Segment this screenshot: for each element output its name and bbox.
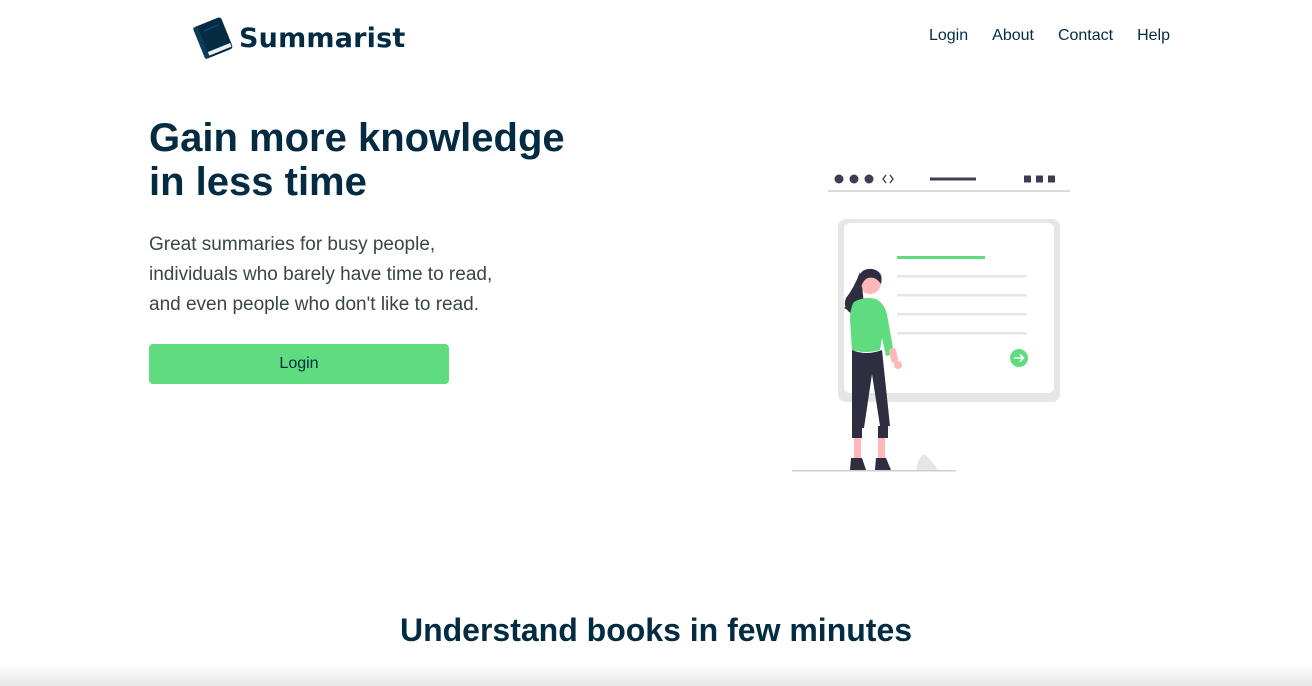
hero-title-line-1: Gain more knowledge <box>149 116 565 160</box>
hero-title-line-2: in less time <box>149 160 367 204</box>
browser-toolbar-graphic <box>828 174 1070 192</box>
book-icon <box>193 17 233 59</box>
scroll-fade <box>0 664 1312 686</box>
nav-help-link[interactable]: Help <box>1137 27 1170 45</box>
person-reading-browser-illustration <box>792 174 1070 472</box>
top-nav: Summarist Login About Contact Help <box>0 0 1312 76</box>
nav-about-link[interactable]: About <box>992 27 1034 45</box>
nav-contact-link[interactable]: Contact <box>1058 27 1113 45</box>
features-section-title: Understand books in few minutes <box>399 612 913 648</box>
hero-login-button[interactable]: Login <box>149 344 449 384</box>
brand-name: Summarist <box>239 22 406 54</box>
logo-link[interactable]: Summarist <box>189 14 406 62</box>
hero-subtitle: Great summaries for busy people, individ… <box>149 230 529 320</box>
hero-title: Gain more knowledge in less time <box>149 116 609 204</box>
nav-links: Login About Contact Help <box>929 27 1170 45</box>
nav-login-link[interactable]: Login <box>929 27 968 45</box>
hero-subtitle-line-3: and even people who don't like to read. <box>149 294 480 315</box>
hero-subtitle-line-1: Great summaries for busy people, <box>149 234 436 255</box>
hero-subtitle-line-2: individuals who barely have time to read… <box>149 264 493 285</box>
